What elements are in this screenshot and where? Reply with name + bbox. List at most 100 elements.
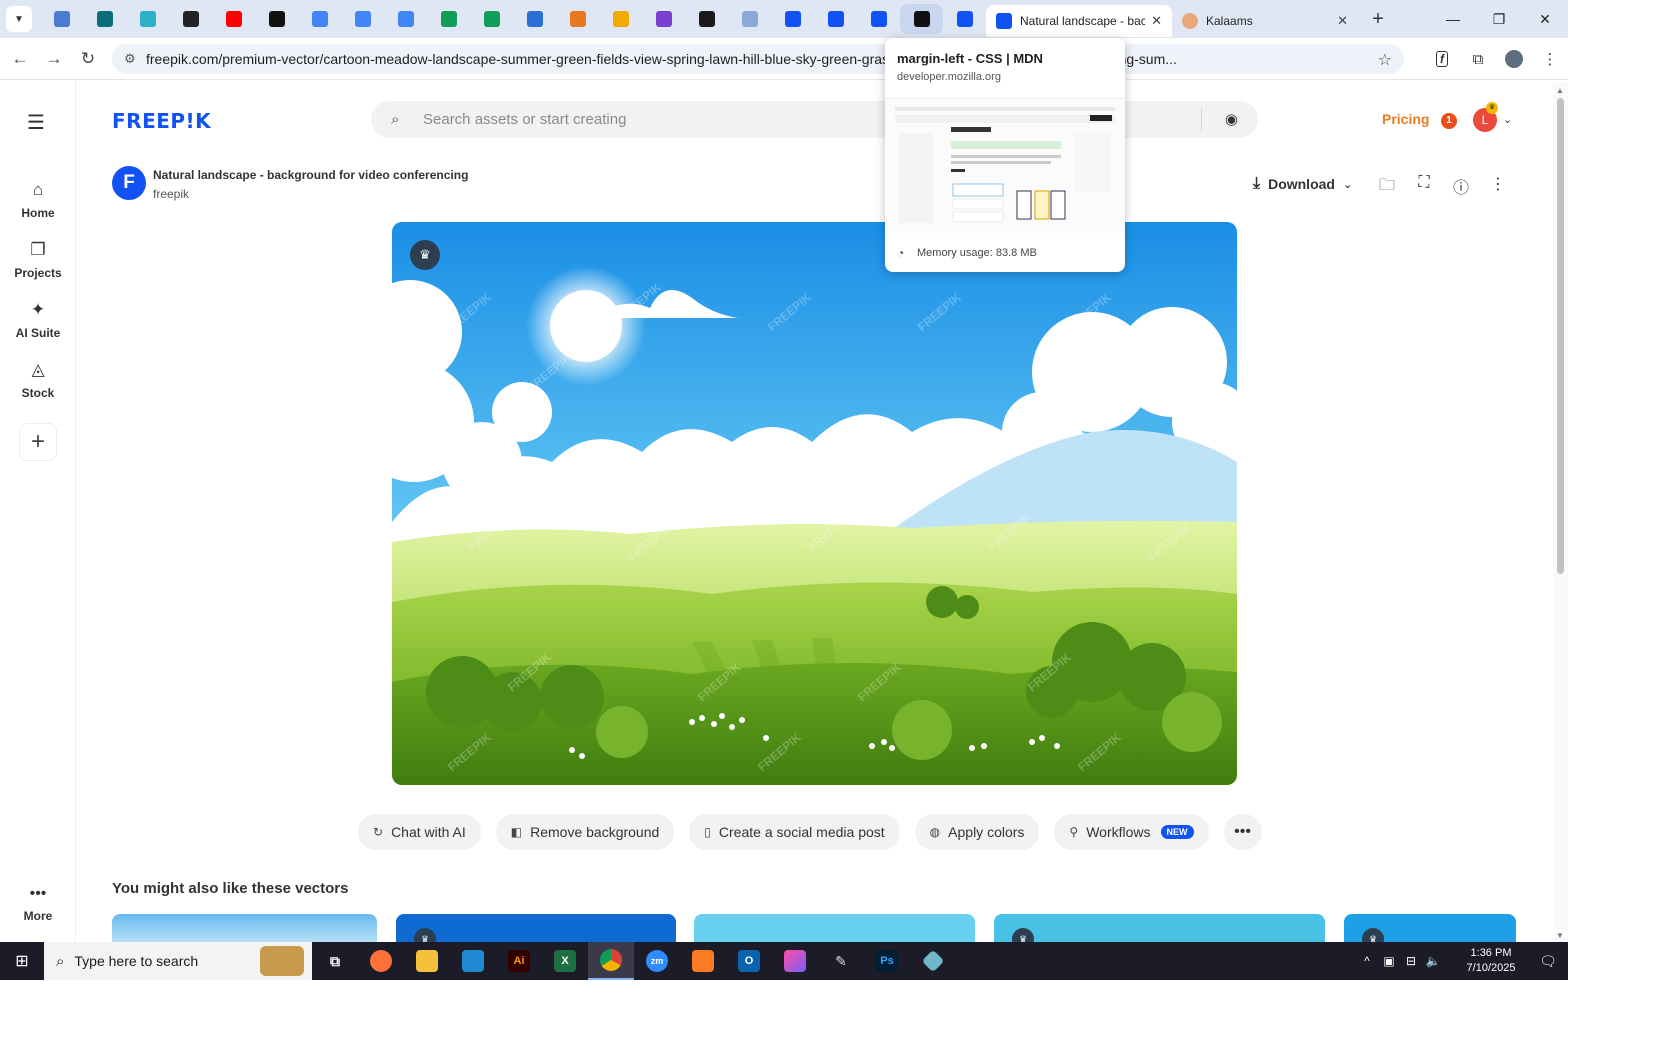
add-button[interactable]: + bbox=[19, 423, 57, 461]
pinned-tab-docs-2[interactable] bbox=[341, 4, 384, 34]
volume-icon[interactable]: 🔈 bbox=[1422, 954, 1444, 968]
address-bar[interactable]: ⚙ freepik.com/premium-vector/cartoon-mea… bbox=[112, 44, 1404, 74]
taskbar-pen-tool[interactable]: ✎ bbox=[818, 942, 864, 980]
url-text[interactable]: freepik.com/premium-vector/cartoon-meado… bbox=[146, 51, 1346, 67]
task-view-button[interactable]: ⧉ bbox=[312, 942, 358, 980]
camera-icon[interactable]: ◉ bbox=[1225, 110, 1238, 128]
pinned-tab-docs-1[interactable] bbox=[298, 4, 341, 34]
close-icon[interactable]: ✕ bbox=[1337, 13, 1348, 29]
reload-button[interactable]: ↻ bbox=[71, 42, 105, 76]
workflows-button[interactable]: ⚲ Workflows NEW bbox=[1054, 814, 1209, 850]
edit-image-button[interactable]: ⛶ bbox=[1413, 174, 1435, 192]
tab-natural-landscape[interactable]: Natural landscape - backg ✕ bbox=[986, 5, 1172, 37]
pinned-tab-1[interactable] bbox=[40, 4, 83, 34]
more-tools-button[interactable]: ••• bbox=[1223, 814, 1262, 850]
save-to-folder-button[interactable]: 🗀 bbox=[1376, 174, 1398, 201]
taskbar-file-explorer[interactable] bbox=[404, 942, 450, 980]
pinned-tab-15[interactable] bbox=[642, 4, 685, 34]
site-info-icon[interactable]: ⚙ bbox=[124, 51, 146, 67]
taskbar-app-gradient[interactable] bbox=[772, 942, 818, 980]
pinned-tab-mdn[interactable] bbox=[900, 4, 943, 34]
page-scrollbar[interactable]: ▲ ▼ bbox=[1553, 82, 1568, 942]
new-tab-button[interactable]: + bbox=[1364, 5, 1392, 33]
network-icon[interactable]: ⊟ bbox=[1400, 954, 1422, 968]
sidebar-item-projects[interactable]: ❐ Projects bbox=[0, 240, 76, 280]
close-icon: ✕ bbox=[1539, 10, 1551, 27]
pinned-tab-3[interactable] bbox=[126, 4, 169, 34]
pinned-tab-14[interactable] bbox=[599, 4, 642, 34]
pinned-tab-12[interactable] bbox=[513, 4, 556, 34]
scroll-down-icon[interactable]: ▼ bbox=[1556, 931, 1564, 940]
pinned-tab-17[interactable] bbox=[728, 4, 771, 34]
browser-menu-button[interactable]: ⋮ bbox=[1532, 42, 1568, 76]
taskbar-vscode[interactable] bbox=[450, 942, 496, 980]
pinned-tab-freepik-1[interactable] bbox=[771, 4, 814, 34]
pinned-tab-13[interactable] bbox=[556, 4, 599, 34]
sidebar-item-more[interactable]: ••• More bbox=[0, 885, 76, 923]
related-vector-4[interactable]: ♛ bbox=[994, 914, 1325, 942]
pinned-tab-freepik-4[interactable] bbox=[943, 4, 986, 34]
bookmark-star-icon[interactable]: ☆ bbox=[1378, 50, 1392, 70]
remove-background-button[interactable]: ◧ Remove background bbox=[495, 814, 675, 850]
create-social-media-post-button[interactable]: ▯ Create a social media post bbox=[689, 814, 900, 850]
scroll-up-icon[interactable]: ▲ bbox=[1556, 86, 1564, 95]
menu-button[interactable]: ☰ bbox=[27, 110, 45, 135]
pinned-tab-sheets-1[interactable] bbox=[427, 4, 470, 34]
pinned-tab-16[interactable] bbox=[685, 4, 728, 34]
pricing-link[interactable]: Pricing bbox=[1382, 111, 1429, 127]
freepik-logo[interactable]: FREEP!K bbox=[112, 109, 211, 133]
taskbar-photoshop[interactable]: Ps bbox=[864, 942, 910, 980]
close-icon[interactable]: ✕ bbox=[1151, 13, 1162, 29]
asset-author[interactable]: freepik bbox=[153, 187, 189, 201]
taskbar-xampp[interactable] bbox=[680, 942, 726, 980]
asset-preview-image[interactable]: FREEPIK FREEPIK FREEPIK FREEPIK FREEPIK … bbox=[392, 222, 1237, 785]
close-window-button[interactable]: ✕ bbox=[1522, 0, 1568, 38]
taskbar-search[interactable]: ⌕ Type here to search bbox=[44, 942, 312, 980]
pinned-tab-6[interactable] bbox=[255, 4, 298, 34]
back-button[interactable]: ← bbox=[3, 42, 37, 76]
tray-app-icon[interactable]: ▣ bbox=[1378, 954, 1400, 968]
forward-button[interactable]: → bbox=[37, 42, 71, 76]
start-button[interactable]: ⊞ bbox=[0, 942, 44, 980]
sidebar-item-ai-suite[interactable]: ✦ AI Suite bbox=[0, 300, 76, 340]
more-options-button[interactable]: ⋮ bbox=[1487, 174, 1509, 194]
tab-kalaams[interactable]: Kalaams ✕ bbox=[1172, 5, 1358, 37]
taskbar-illustrator[interactable]: Ai bbox=[496, 942, 542, 980]
download-button[interactable]: ⤓ Download ⌄ bbox=[1253, 175, 1352, 193]
notification-center-icon[interactable]: 🗨 bbox=[1528, 953, 1568, 970]
tray-expand-icon[interactable]: ^ bbox=[1356, 954, 1378, 968]
pinned-tab-docs-3[interactable] bbox=[384, 4, 427, 34]
pinned-tab-freepik-2[interactable] bbox=[814, 4, 857, 34]
sidebar-item-stock[interactable]: ◬ Stock bbox=[0, 360, 76, 400]
notification-badge[interactable]: 1 bbox=[1441, 113, 1457, 129]
clock[interactable]: 1:36 PM 7/10/2025 bbox=[1454, 946, 1528, 976]
author-logo[interactable]: F bbox=[112, 166, 146, 200]
taskbar-outlook[interactable]: O bbox=[726, 942, 772, 980]
pinned-tab-freepik-3[interactable] bbox=[857, 4, 900, 34]
chat-with-ai-button[interactable]: ↻ Chat with AI bbox=[358, 814, 481, 850]
taskbar-zoom[interactable]: zm bbox=[634, 942, 680, 980]
profile-button[interactable] bbox=[1496, 42, 1532, 76]
related-vector-3[interactable] bbox=[694, 914, 975, 942]
taskbar-chrome[interactable] bbox=[588, 942, 634, 980]
extensions-button[interactable]: ⧉ bbox=[1460, 42, 1496, 76]
apply-colors-button[interactable]: ◍ Apply colors bbox=[914, 814, 1040, 850]
related-vector-5[interactable]: ♛ bbox=[1344, 914, 1516, 942]
pinned-tab-youtube[interactable] bbox=[212, 4, 255, 34]
taskbar-app-diamond[interactable] bbox=[910, 942, 956, 980]
info-button[interactable]: ⓘ bbox=[1450, 174, 1472, 198]
extension-font-button[interactable]: f bbox=[1424, 42, 1460, 76]
minimize-button[interactable]: — bbox=[1430, 0, 1476, 38]
pinned-tab-2[interactable] bbox=[83, 4, 126, 34]
chevron-down-icon[interactable]: ⌄ bbox=[1503, 113, 1512, 126]
restore-button[interactable]: ❐ bbox=[1476, 0, 1522, 38]
tab-search-button[interactable]: ▼ bbox=[6, 6, 32, 32]
taskbar-excel[interactable]: X bbox=[542, 942, 588, 980]
related-vector-2[interactable]: ♛ bbox=[396, 914, 676, 942]
pinned-tab-sheets-2[interactable] bbox=[470, 4, 513, 34]
related-vector-1[interactable] bbox=[112, 914, 377, 942]
pinned-tab-4[interactable] bbox=[169, 4, 212, 34]
taskbar-firefox[interactable] bbox=[358, 942, 404, 980]
sidebar-item-home[interactable]: ⌂ Home bbox=[0, 180, 76, 220]
scroll-thumb[interactable] bbox=[1557, 98, 1564, 574]
